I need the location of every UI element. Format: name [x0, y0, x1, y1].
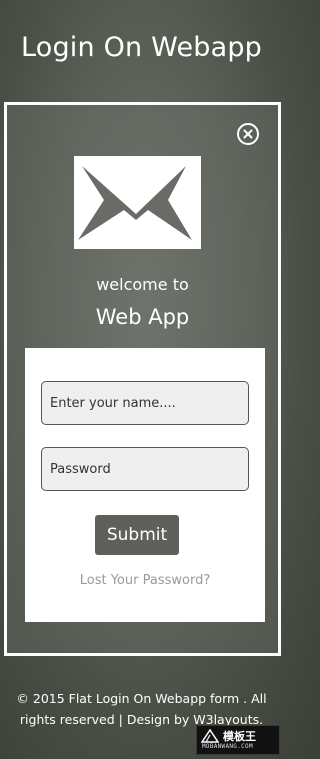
close-icon[interactable]	[237, 123, 259, 145]
page-title: Login On Webapp	[20, 32, 263, 63]
lost-password-link[interactable]: Lost Your Password?	[25, 573, 265, 588]
login-form: Submit Lost Your Password?	[25, 348, 265, 622]
login-panel: welcome to Web App Submit Lost Your Pass…	[4, 102, 281, 656]
watermark-subtext: MOBANWANG.COM	[202, 743, 253, 750]
welcome-text: welcome to	[96, 275, 189, 294]
watermark-logo: 模板王 MOBANWANG.COM	[196, 725, 280, 755]
password-input[interactable]	[41, 447, 249, 491]
name-input[interactable]	[41, 381, 249, 425]
footer-copyright: © 2015 Flat Login On Webapp form . All r…	[16, 691, 267, 727]
watermark-text: 模板王	[223, 730, 256, 743]
submit-button[interactable]: Submit	[95, 515, 179, 555]
app-name: Web App	[95, 305, 190, 329]
envelope-icon	[74, 156, 201, 249]
watermark-icon	[201, 729, 219, 743]
